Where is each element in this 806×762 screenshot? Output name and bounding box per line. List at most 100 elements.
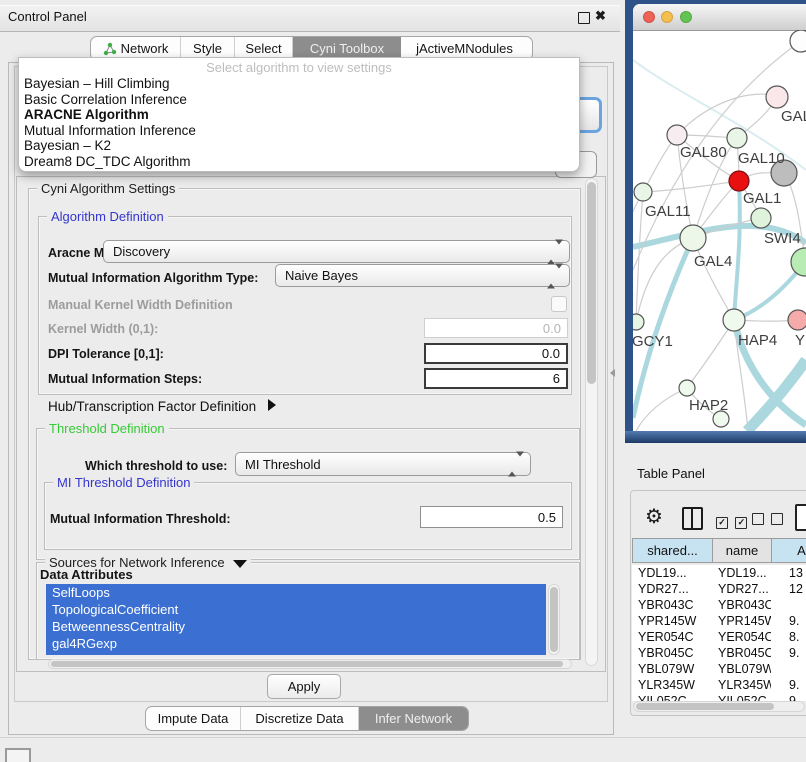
cell: 9. — [771, 614, 806, 628]
deselect-all-checkboxes-icon[interactable] — [752, 512, 783, 530]
node-hap2[interactable] — [679, 380, 695, 396]
scrollbar-thumb[interactable] — [550, 587, 558, 652]
node-pink[interactable] — [788, 310, 806, 330]
tab-impute-data[interactable]: Impute Data — [146, 707, 241, 730]
table-row[interactable]: YBR045C YBR045C 9. — [632, 645, 806, 661]
settings-horizontal-scrollbar[interactable] — [48, 659, 572, 669]
node-swi4[interactable] — [791, 248, 806, 276]
network-window-titlebar[interactable] — [633, 4, 806, 31]
node-label: Y — [795, 332, 805, 349]
settings-vertical-scrollbar[interactable] — [585, 178, 598, 666]
data-attributes-label: Data Attributes — [40, 567, 133, 582]
list-item[interactable]: gal4RGexp — [46, 635, 546, 652]
close-icon[interactable]: ✖ — [595, 8, 606, 24]
aracne-mode-select[interactable]: Discovery — [103, 240, 570, 263]
dropdown-item-selected[interactable]: ARACNE Algorithm — [19, 107, 579, 123]
table-row[interactable]: YDL19... YDL19... 13 — [632, 565, 806, 581]
node-gcy1[interactable] — [633, 314, 644, 330]
node-hap4[interactable] — [723, 309, 745, 331]
node-gal10[interactable] — [727, 128, 747, 148]
stepper-arrows-icon — [547, 268, 563, 283]
panel-toggle-icon[interactable] — [5, 748, 31, 762]
mac-zoom-icon[interactable] — [680, 11, 692, 23]
kernel-width-field[interactable]: 0.0 — [424, 318, 568, 338]
cell: YDR27... — [632, 582, 712, 596]
manual-kernel-checkbox[interactable] — [551, 296, 567, 312]
scrollbar-thumb[interactable] — [587, 182, 596, 384]
table-horizontal-scrollbar[interactable] — [633, 701, 805, 712]
list-vertical-scrollbar[interactable] — [548, 584, 560, 655]
splitter-arrow-icon[interactable] — [610, 369, 615, 377]
column-header-partial[interactable]: A — [771, 538, 806, 563]
node-label: GAL11 — [645, 203, 691, 220]
cell: YBL079W — [632, 662, 712, 676]
dropdown-item[interactable]: Mutual Information Inference — [19, 123, 579, 139]
scrollbar-thumb[interactable] — [636, 703, 774, 710]
checked-box-icon: ✓ — [735, 517, 747, 529]
column-layout-icon[interactable] — [682, 507, 703, 530]
dpi-tolerance-field[interactable]: 0.0 — [424, 343, 568, 364]
mi-steps-field[interactable]: 6 — [424, 368, 568, 389]
node-unlabeled[interactable] — [790, 30, 806, 52]
apply-button[interactable]: Apply — [267, 674, 341, 699]
manual-kernel-label: Manual Kernel Width Definition — [48, 298, 233, 312]
stepper-arrows-icon — [508, 457, 524, 472]
cell: YBR045C — [712, 646, 771, 660]
mi-threshold-field[interactable]: 0.5 — [420, 506, 563, 528]
node-gal11[interactable] — [634, 183, 652, 201]
collapse-down-icon[interactable] — [233, 560, 247, 568]
list-item[interactable]: BetweennessCentrality — [46, 618, 546, 635]
tab-select-label: Select — [245, 41, 281, 56]
network-canvas[interactable]: GAL GAL80 GAL10 GAL1 GAL11 SWI4 GAL4 GCY… — [633, 30, 806, 431]
document-icon[interactable] — [795, 504, 806, 531]
mi-algorithm-type-label: Mutual Information Algorithm Type: — [48, 271, 258, 285]
node-gal80[interactable] — [667, 125, 687, 145]
node-label: SWI4 — [764, 230, 801, 247]
table-row[interactable]: YIL052C YIL052C 9 — [632, 693, 806, 701]
dropdown-item[interactable]: Dream8 DC_TDC Algorithm — [19, 154, 579, 170]
cell: YDL19... — [712, 566, 771, 580]
mac-minimize-icon[interactable] — [661, 11, 673, 23]
dropdown-prompt: Select algorithm to view settings — [19, 58, 579, 76]
tab-infer-network[interactable]: Infer Network — [359, 707, 468, 730]
mi-algorithm-type-select[interactable]: Naive Bayes — [275, 264, 570, 287]
float-window-icon[interactable] — [578, 12, 590, 24]
dropdown-item[interactable]: Basic Correlation Inference — [19, 92, 579, 108]
mac-close-icon[interactable] — [643, 11, 655, 23]
dropdown-item[interactable]: Bayesian – Hill Climbing — [19, 76, 579, 92]
tab-discretize-data[interactable]: Discretize Data — [241, 707, 359, 730]
list-item[interactable]: TopologicalCoefficient — [46, 601, 546, 618]
cell: YBR043C — [632, 598, 712, 612]
node-label: GAL4 — [694, 253, 732, 270]
node-label: GAL80 — [680, 144, 727, 161]
dropdown-item[interactable]: Bayesian – K2 — [19, 138, 579, 154]
hub-section-toggle[interactable]: Hub/Transcription Factor Definition — [48, 399, 276, 414]
node-gal[interactable] — [766, 86, 788, 108]
table-row[interactable]: YLR345W YLR345W 9. — [632, 677, 806, 693]
table-row[interactable]: YBL079W YBL079W — [632, 661, 806, 677]
cell: YDR27... — [712, 582, 771, 596]
cell: 12 — [771, 582, 806, 596]
node-red-selected[interactable] — [729, 171, 749, 191]
table-row[interactable]: YPR145W YPR145W 9. — [632, 613, 806, 629]
cell: YDL19... — [632, 566, 712, 580]
gear-icon[interactable]: ⚙ — [645, 504, 663, 529]
table-row[interactable]: YDR27... YDR27... 12 — [632, 581, 806, 597]
table-row[interactable]: YBR043C YBR043C — [632, 597, 806, 613]
select-all-checkboxes-icon[interactable]: ✓ ✓ — [716, 512, 747, 530]
mi-steps-label: Mutual Information Steps: — [48, 372, 202, 386]
list-item[interactable]: SelfLoops — [46, 584, 546, 601]
node-gal4[interactable] — [680, 225, 706, 251]
table-row[interactable]: YER054C YER054C 8. — [632, 629, 806, 645]
node-gal1[interactable] — [751, 208, 771, 228]
stepper-arrows-icon — [547, 244, 563, 259]
dpi-tolerance-label: DPI Tolerance [0,1]: — [48, 347, 164, 361]
mi-algorithm-type-value: Naive Bayes — [285, 268, 358, 283]
which-threshold-select[interactable]: MI Threshold — [235, 452, 531, 476]
threshold-definition-title: Threshold Definition — [45, 421, 169, 436]
scrollbar-thumb[interactable] — [51, 661, 563, 667]
tab-style-label: Style — [193, 41, 222, 56]
column-header-name[interactable]: name — [712, 538, 771, 563]
bottom-divider — [0, 737, 806, 738]
column-header-shared[interactable]: shared... — [632, 538, 712, 563]
